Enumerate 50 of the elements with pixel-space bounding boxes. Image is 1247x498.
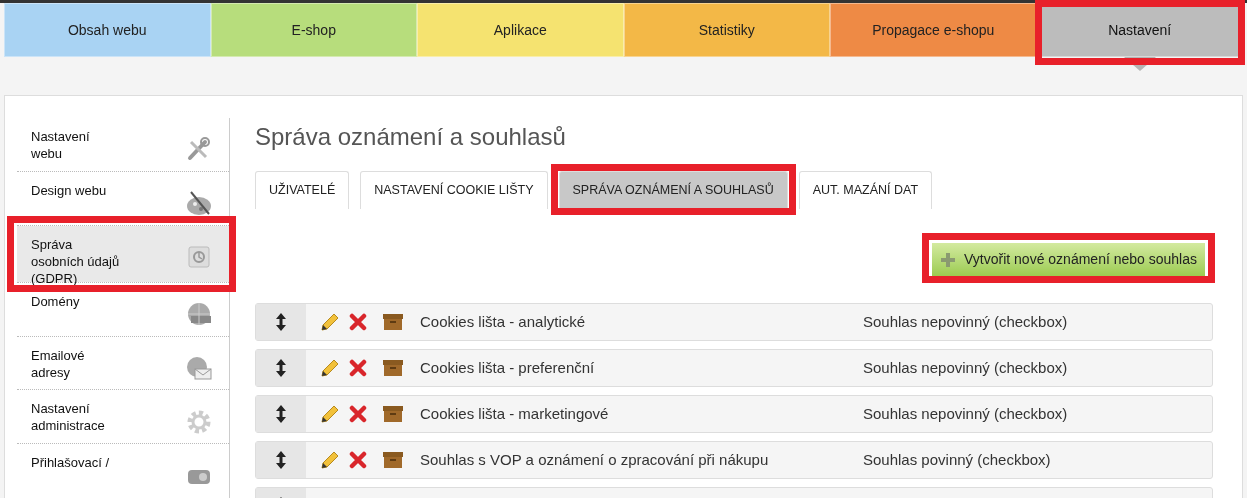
pencil-icon[interactable]: [320, 358, 340, 378]
sidebar-item[interactable]: Přihlašovací /: [17, 444, 229, 498]
plus-icon: [940, 251, 957, 268]
archive-box-icon[interactable]: [382, 313, 404, 331]
drag-handle-icon[interactable]: [275, 404, 287, 424]
pointer-arrow: [1123, 57, 1156, 71]
delete-icon[interactable]: [349, 313, 367, 331]
row-title: Cookies lišta - analytické: [420, 311, 587, 332]
nav-tab[interactable]: Obsah webu: [4, 3, 211, 57]
nav-tab[interactable]: E-shop: [210, 3, 417, 57]
row-title: Souhlas s VOP a oznámení o zpracování při nákupu: [420, 449, 770, 470]
consent-type: Souhlas nepovinný (checkbox): [863, 311, 1068, 332]
consent-type: Souhlas nepovinný (checkbox): [863, 403, 1068, 424]
pencil-icon[interactable]: [320, 312, 340, 332]
consent-type: Souhlas povinný (checkbox): [863, 449, 1051, 470]
sidebar-item[interactable]: Emailové adresy: [17, 336, 229, 390]
sidebar-label: Design webu: [31, 181, 108, 199]
page-title: Správa oznámení a souhlasů: [255, 122, 566, 152]
consent-type: Souhlas nepovinný (checkbox): [863, 357, 1068, 378]
sidebar-item[interactable]: Nastavení webu: [17, 118, 229, 171]
sidebar-label: Nastavení webu: [31, 128, 91, 162]
row-title: Cookies lišta - marketingové: [420, 403, 610, 424]
archive-box-icon[interactable]: [382, 405, 404, 423]
nav-tab[interactable]: Aplikace: [417, 3, 624, 57]
pencil-icon[interactable]: [320, 450, 340, 470]
pencil-icon[interactable]: [320, 404, 340, 424]
sidebar-label: Emailové adresy: [31, 346, 86, 381]
palette-icon: [185, 189, 213, 218]
drag-handle-icon[interactable]: [275, 450, 287, 470]
delete-icon[interactable]: [349, 405, 367, 423]
envelope-icon: [185, 354, 213, 383]
tab[interactable]: UŽIVATELÉ: [255, 171, 350, 209]
drag-handle-icon[interactable]: [275, 312, 287, 332]
sidebar-item[interactable]: Design webu: [17, 171, 229, 225]
sidebar-item[interactable]: Nastavení administrace: [17, 390, 229, 444]
sidebar-label: Nastavení administrace: [31, 400, 106, 435]
tab[interactable]: AUT. MAZÁNÍ DAT: [798, 171, 933, 209]
sidebar-label: Přihlašovací /: [31, 454, 111, 472]
sidebar-label: Domény: [31, 292, 81, 310]
tab[interactable]: NASTAVENÍ COOKIE LIŠTY: [360, 171, 548, 209]
delete-icon[interactable]: [349, 451, 367, 469]
drag-handle-icon[interactable]: [275, 358, 287, 378]
create-button[interactable]: Vytvořit nové oznámení nebo souhlas: [932, 243, 1205, 276]
row-title: Cookies lišta - preferenční: [420, 357, 596, 378]
archive-box-icon[interactable]: [382, 451, 404, 469]
delete-icon[interactable]: [349, 359, 367, 377]
nav-tab[interactable]: Propagace e-shopu: [830, 3, 1037, 57]
archive-box-icon[interactable]: [382, 359, 404, 377]
nav-tab[interactable]: Statistiky: [623, 3, 830, 57]
tab[interactable]: SPRÁVA OZNÁMENÍ A SOUHLASŮ: [558, 171, 788, 209]
